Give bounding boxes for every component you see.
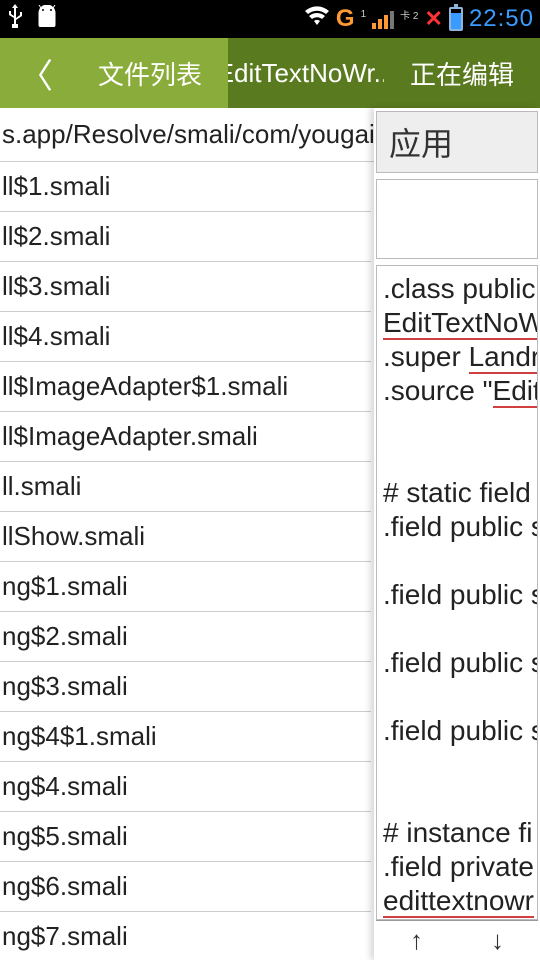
nav-arrows: ↑ ↓ [376,920,538,960]
clock: 22:50 [469,5,534,33]
apply-button[interactable]: 应用 [376,111,538,173]
arrow-up-button[interactable]: ↑ [410,925,423,956]
list-item[interactable]: ng$6.smali [0,862,371,912]
list-item[interactable]: ll$2.smali [0,212,371,262]
list-item[interactable]: llShow.smali [0,512,371,562]
list-item[interactable]: ll$ImageAdapter$1.smali [0,362,371,412]
sim2-label: 卡 2 [400,7,418,22]
list-item[interactable]: ng$4$1.smali [0,712,371,762]
list-item[interactable]: ng$1.smali [0,562,371,612]
app-header: 〈 文件列表 EditTextNoWr... 正在编辑 [0,38,540,108]
code-text: .field public s [383,647,538,678]
list-item[interactable]: ng$4.smali [0,762,371,812]
search-input[interactable] [376,179,538,259]
code-text: .field public s [383,579,538,610]
usb-icon [6,4,24,34]
list-item[interactable]: ng$3.smali [0,662,371,712]
code-editor[interactable]: .class public EditTextNoW .super Landr .… [376,265,538,920]
tab-file-list[interactable]: 文件列表 [72,38,228,108]
list-item[interactable]: ll$1.smali [0,162,371,212]
list-item[interactable]: ll$4.smali [0,312,371,362]
android-icon [34,5,60,33]
battery-icon [449,7,463,31]
code-text: .super [383,341,469,372]
list-item[interactable]: ll$3.smali [0,262,371,312]
code-text: Landr [469,341,538,374]
code-text: edittextnowr [383,885,534,918]
list-item[interactable]: ng$2.smali [0,612,371,662]
file-list[interactable]: ll$1.smali ll$2.smali ll$3.smali ll$4.sm… [0,162,371,960]
code-text: .field public s [383,511,538,542]
list-item[interactable]: ng$7.smali [0,912,371,960]
wifi-icon [304,5,330,33]
status-bar: G 1 卡 2 ✕ 22:50 [0,0,540,38]
code-text: .class public [383,273,536,304]
list-item[interactable]: ll.smali [0,462,371,512]
code-text: EditT [493,375,538,408]
sim1-label: 1 [361,9,367,20]
code-text: .source " [383,375,493,406]
list-item[interactable]: ng$5.smali [0,812,371,862]
tab-edit-file[interactable]: EditTextNoWr... [228,38,384,108]
signal-bars-icon [372,9,394,29]
code-text: .field public s [383,715,538,746]
arrow-down-button[interactable]: ↓ [491,925,504,956]
code-text: EditTextNoW [383,307,538,340]
code-text: # instance fi [383,817,532,848]
list-item[interactable]: ll$ImageAdapter.smali [0,412,371,462]
code-text: # static field [383,477,531,508]
editor-pane: 应用 .class public EditTextNoW .super Land… [374,108,540,960]
network-type-icon: G [336,5,355,33]
back-button[interactable]: 〈 [0,38,72,108]
code-text: .field private [383,851,534,882]
no-signal-icon: ✕ [425,6,443,32]
tab-editing[interactable]: 正在编辑 [384,38,540,108]
